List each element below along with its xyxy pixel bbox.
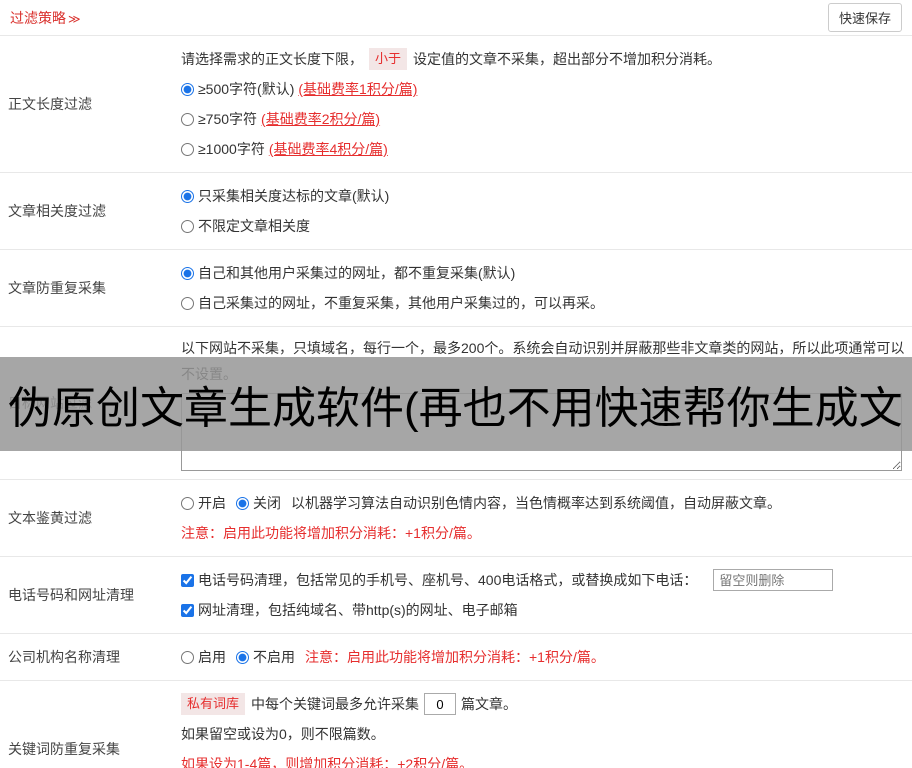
company-option-off[interactable]: 不启用: [236, 642, 295, 672]
row-porn-filter: 文本鉴黄过滤 开启 关闭 以机器学习算法自动识别色情内容，当色情概率达到系统阈值…: [0, 480, 912, 557]
collapse-chevron-icon: ≫: [68, 11, 81, 26]
porn-filter-desc: 以机器学习算法自动识别色情内容，当色情概率达到系统阈值，自动屏蔽文章。: [291, 495, 781, 511]
rate-note-1: (基础费率1积分/篇): [298, 81, 418, 97]
length-option-1000[interactable]: ≥1000字符 (基础费率4积分/篇): [181, 134, 388, 164]
phone-clean-checkbox[interactable]: [181, 573, 194, 587]
page-title[interactable]: 过滤策略 ≫: [10, 8, 81, 28]
porn-filter-label: 文本鉴黄过滤: [8, 510, 92, 526]
phone-clean-option[interactable]: 电话号码清理，包括常见的手机号、座机号、400电话格式，或替换成如下电话：: [181, 565, 697, 595]
company-clean-note: 注意：启用此功能将增加积分消耗：+1积分/篇。: [305, 649, 605, 665]
top-bar: 过滤策略 ≫ 快速保存: [0, 0, 912, 36]
company-clean-label: 公司机构名称清理: [8, 649, 120, 665]
porn-option-off-radio[interactable]: [236, 496, 249, 510]
company-option-off-radio[interactable]: [236, 650, 249, 664]
length-option-500-radio[interactable]: [181, 82, 194, 96]
relevance-option-strict-radio[interactable]: [181, 189, 194, 203]
dedup-option-global-radio[interactable]: [181, 266, 194, 280]
url-clean-checkbox[interactable]: [181, 603, 194, 617]
dedup-option-global[interactable]: 自己和其他用户采集过的网址，都不重复采集(默认): [181, 258, 515, 288]
watermark-text: 伪原创文章生成软件(再也不用快速帮你生成文: [8, 384, 903, 433]
keyword-dedup-line2: 如果留空或设为0，则不限篇数。: [181, 726, 385, 742]
porn-filter-note: 注意：启用此功能将增加积分消耗：+1积分/篇。: [181, 525, 481, 541]
relevance-option-any-radio[interactable]: [181, 219, 194, 233]
private-lexicon-chip: 私有词库: [181, 693, 246, 715]
rate-note-3: (基础费率4积分/篇): [268, 141, 388, 157]
url-clean-option[interactable]: 网址清理，包括纯域名、带http(s)的网址、电子邮箱: [181, 595, 518, 625]
porn-option-off[interactable]: 关闭: [236, 488, 281, 518]
row-dedup-filter: 文章防重复采集 自己和其他用户采集过的网址，都不重复采集(默认) 自己采集过的网…: [0, 250, 912, 327]
row-length-filter: 正文长度过滤 请选择需求的正文长度下限， 小于 设定值的文章不采集，超出部分不增加积…: [0, 36, 912, 173]
dedup-filter-label: 文章防重复采集: [8, 280, 106, 296]
porn-option-on-radio[interactable]: [181, 496, 194, 510]
dedup-option-self-radio[interactable]: [181, 296, 194, 310]
length-filter-label: 正文长度过滤: [8, 96, 92, 112]
less-than-chip: 小于: [369, 48, 408, 70]
length-option-500[interactable]: ≥500字符(默认) (基础费率1积分/篇): [181, 74, 417, 104]
porn-option-on[interactable]: 开启: [181, 488, 226, 518]
page-title-text: 过滤策略: [10, 9, 66, 26]
length-option-1000-radio[interactable]: [181, 142, 194, 156]
keyword-dedup-label: 关键词防重复采集: [8, 741, 120, 757]
watermark-overlay: 伪原创文章生成软件(再也不用快速帮你生成文: [0, 357, 912, 451]
phone-url-clean-label: 电话号码和网址清理: [8, 587, 134, 603]
row-keyword-dedup: 关键词防重复采集 私有词库 中每个关键词最多允许采集 篇文章。 如果留空或设为0…: [0, 681, 912, 768]
company-option-on[interactable]: 启用: [181, 642, 226, 672]
replacement-phone-input[interactable]: [713, 569, 834, 591]
company-option-on-radio[interactable]: [181, 650, 194, 664]
row-company-clean: 公司机构名称清理 启用 不启用 注意：启用此功能将增加积分消耗：+1积分/篇。: [0, 634, 912, 681]
rate-note-2: (基础费率2积分/篇): [261, 111, 381, 127]
row-site-filter: 目标网站过滤 以下网站不采集，只填域名，每行一个，最多200个。系统会自动识别并…: [0, 327, 912, 480]
quick-save-button[interactable]: 快速保存: [827, 3, 902, 32]
relevance-filter-label: 文章相关度过滤: [8, 203, 106, 219]
length-option-750[interactable]: ≥750字符 (基础费率2积分/篇): [181, 104, 380, 134]
row-phone-url-clean: 电话号码和网址清理 电话号码清理，包括常见的手机号、座机号、400电话格式，或替…: [0, 557, 912, 634]
row-relevance-filter: 文章相关度过滤 只采集相关度达标的文章(默认) 不限定文章相关度: [0, 173, 912, 250]
max-articles-input[interactable]: [424, 693, 457, 715]
length-option-750-radio[interactable]: [181, 112, 194, 126]
relevance-option-strict[interactable]: 只采集相关度达标的文章(默认): [181, 181, 389, 211]
length-filter-desc: 请选择需求的正文长度下限， 小于 设定值的文章不采集，超出部分不增加积分消耗。: [181, 44, 906, 74]
relevance-option-any[interactable]: 不限定文章相关度: [181, 211, 310, 241]
filter-strategy-page: 过滤策略 ≫ 快速保存 正文长度过滤 请选择需求的正文长度下限， 小于 设定值的文章不…: [0, 0, 912, 768]
dedup-option-self[interactable]: 自己采集过的网址，不重复采集，其他用户采集过的，可以再采。: [181, 288, 604, 318]
keyword-dedup-line3: 如果设为1-4篇，则增加积分消耗：+2积分/篇。: [181, 756, 474, 768]
